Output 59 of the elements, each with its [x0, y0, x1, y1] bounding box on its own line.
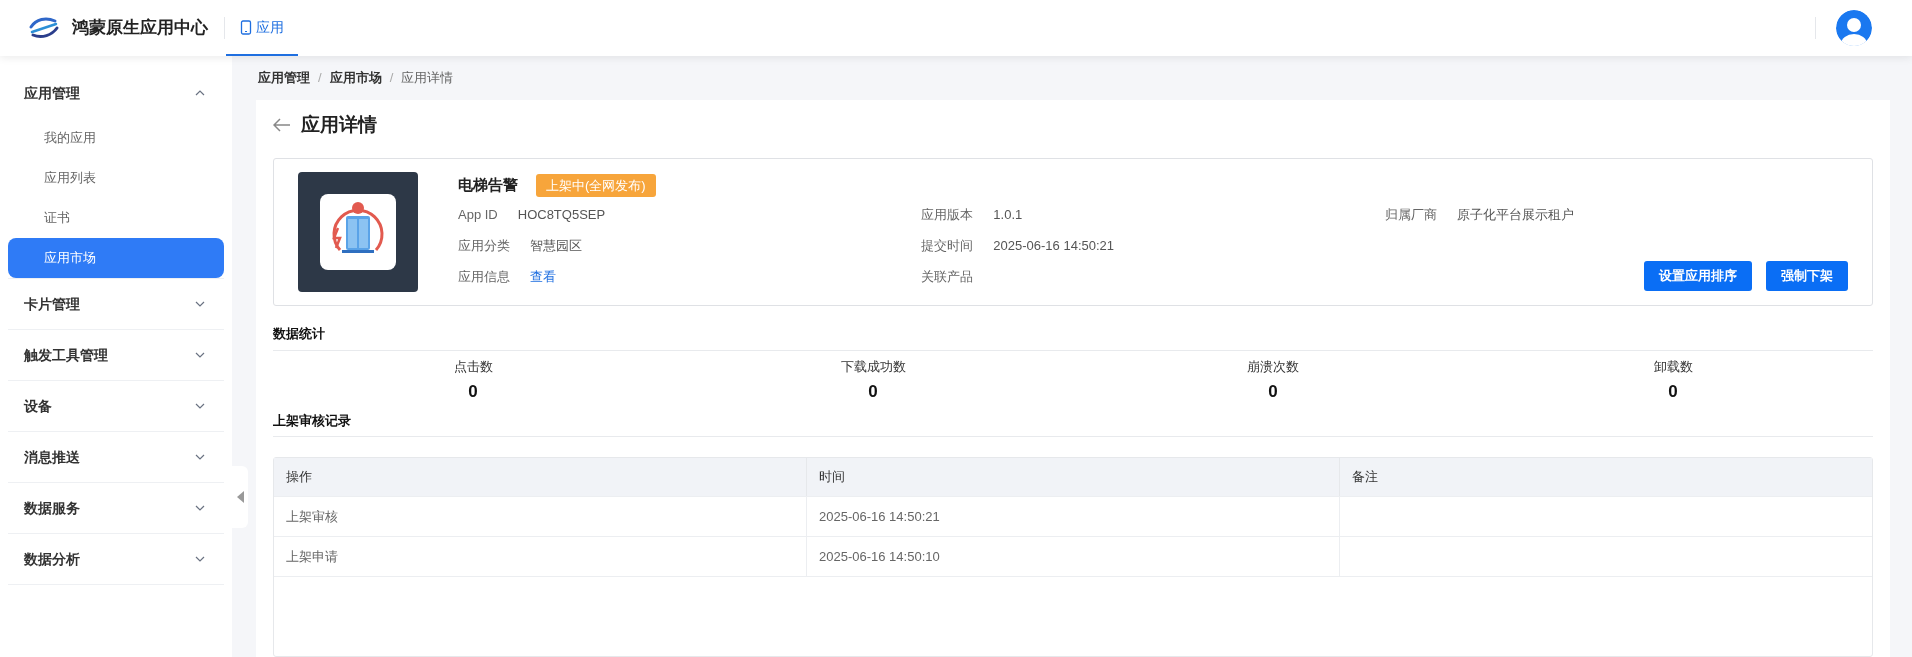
menu-item[interactable]: 应用列表: [8, 158, 224, 198]
table-cell: 2025-06-16 14:50:21: [806, 497, 1339, 536]
back-arrow-icon[interactable]: [273, 118, 291, 132]
menu-group[interactable]: 应用管理: [8, 68, 224, 118]
section-title: 上架审核记录: [273, 410, 1873, 437]
elevator-alarm-icon: [320, 194, 396, 270]
breadcrumb-item[interactable]: 应用市场: [329, 68, 382, 88]
field-value: 1.0.1: [993, 205, 1023, 224]
app-title: 鸿蒙原生应用中心: [72, 17, 208, 40]
stat-label: 崩溃次数: [1247, 358, 1299, 376]
menu-item[interactable]: 应用市场: [8, 238, 224, 278]
phone-icon: [240, 19, 252, 35]
breadcrumb-separator: /: [389, 69, 394, 88]
field-label: 应用版本: [921, 205, 974, 224]
field-value: 智慧园区: [530, 236, 582, 255]
field-label: 应用信息: [458, 267, 510, 286]
menu-item[interactable]: 证书: [8, 198, 224, 238]
menu-group[interactable]: 设备: [8, 381, 224, 431]
field-label: 关联产品: [921, 267, 974, 286]
collapse-handle[interactable]: [232, 466, 248, 528]
stat-label: 卸载数: [1653, 358, 1693, 376]
app-name: 电梯告警: [458, 175, 518, 196]
stat-value: 0: [868, 380, 878, 403]
action-button[interactable]: 设置应用排序: [1644, 261, 1752, 291]
breadcrumb-item: 应用详情: [401, 69, 454, 88]
menu-group[interactable]: 数据服务: [8, 483, 224, 533]
stat-value: 0: [1268, 380, 1278, 403]
menu-group[interactable]: 数据分析: [8, 534, 224, 584]
stat-value: 0: [1668, 380, 1678, 403]
breadcrumb-separator: /: [318, 69, 322, 88]
page-title: 应用详情: [301, 112, 377, 137]
field-label: App ID: [458, 205, 498, 224]
menu-group[interactable]: 触发工具管理: [8, 330, 224, 380]
field-label: 归属厂商: [1384, 205, 1437, 224]
table-cell-text: 上架申请: [285, 547, 339, 566]
stat-value: 0: [468, 380, 478, 403]
column-header: 备注: [1339, 458, 1872, 496]
field-label: 提交时间: [921, 236, 974, 255]
menu-group[interactable]: 卡片管理: [8, 279, 224, 329]
field-value: HOC8TQ5SEP: [517, 205, 606, 224]
collapse-arrow-icon: [236, 491, 244, 503]
table-cell: 2025-06-16 14:50:10: [806, 537, 1339, 576]
menu-group[interactable]: 消息推送: [8, 432, 224, 482]
breadcrumb-item[interactable]: 应用管理: [258, 68, 310, 88]
menu-item[interactable]: 我的应用: [8, 118, 224, 158]
table-cell-text: 上架审核: [285, 507, 339, 526]
avatar-icon[interactable]: [1836, 10, 1872, 46]
column-header: 操作: [285, 468, 313, 487]
status-badge: 上架中(全网发布): [536, 173, 656, 198]
section-title: 数据统计: [273, 324, 1873, 351]
column-header: 时间: [806, 458, 1339, 496]
field-value: 2025-06-16 14:50:21: [993, 236, 1115, 255]
field-value: 原子化平台展示租户: [1456, 205, 1574, 224]
nav-tab[interactable]: 应用: [226, 0, 298, 56]
field-label: 应用分类: [458, 236, 510, 255]
view-link[interactable]: 查看: [530, 266, 556, 287]
stat-label: 下载成功数: [840, 358, 906, 376]
action-button[interactable]: 强制下架: [1766, 261, 1848, 291]
stat-label: 点击数: [453, 358, 493, 376]
